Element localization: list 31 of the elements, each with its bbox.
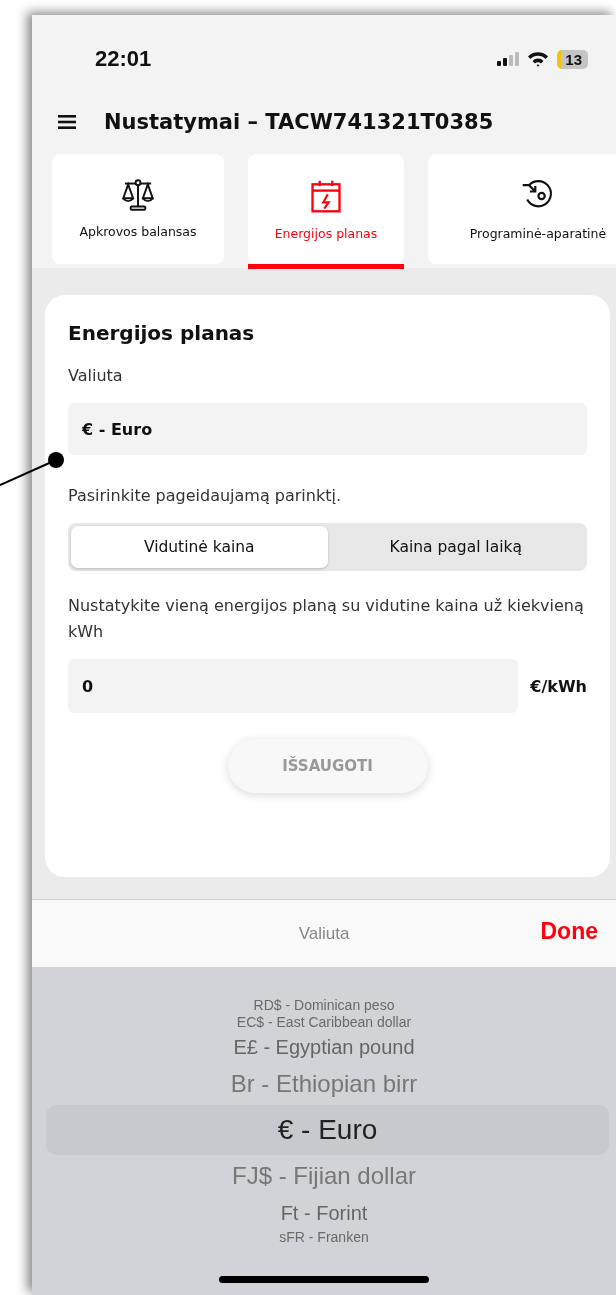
tab[interactable]: Apkrovos balansas [52,154,224,264]
scale-icon [120,178,156,212]
status-time: 22:01 [95,46,152,72]
picker-option[interactable]: € - Euro [46,1105,609,1155]
picker-option[interactable]: EC$ - East Caribbean dollar [236,1014,412,1031]
menu-button[interactable] [58,115,76,129]
prompt-text: Pasirinkite pageidaujamą parinktį. [68,485,343,507]
done-button[interactable]: Done [540,918,598,945]
page-title: Nustatymai – TACW741321T0385 [104,110,494,134]
picker-title: Valiuta [298,923,350,944]
price-field[interactable]: 0 [68,659,519,713]
picker-option[interactable]: Ft - Forint [280,1197,368,1229]
wifi-icon [527,51,550,67]
picker-option[interactable]: FJ$ - Fijian dollar [231,1155,417,1197]
calendar-icon [308,178,344,214]
picker-option[interactable]: Br - Ethiopian birr [230,1063,418,1105]
unit-label: €/kWh [530,676,587,696]
leader-line [0,452,64,486]
tab[interactable]: Programinė-aparatinė [428,154,616,264]
segment[interactable]: Kaina pagal laiką [327,526,584,568]
picker-option[interactable]: E£ - Egyptian pound [233,1031,415,1063]
segment[interactable]: Vidutinė kaina [71,526,328,568]
picker-option[interactable]: sFR - Franken [279,1229,369,1246]
prompt-text: Nustatykite vieną energijos planą su vidutine kaina už kiekvieną kWh [68,595,585,643]
signal-icon [497,52,520,66]
menu-icon [58,115,76,129]
card-title: Energijos planas [68,321,256,345]
battery-indicator: 13 [557,49,588,69]
field-label: Valiuta [68,365,124,387]
picker-option[interactable]: RD$ - Dominican peso [253,997,395,1014]
currency-field[interactable]: € - Euro [68,403,587,455]
